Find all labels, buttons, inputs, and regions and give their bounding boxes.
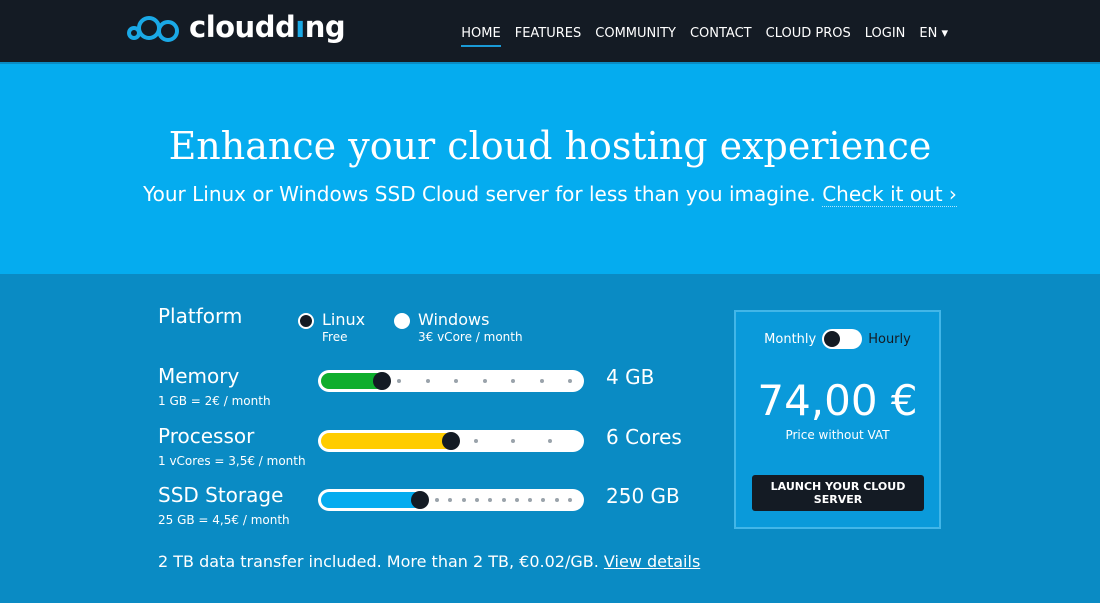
ssd-storage-step-dot[interactable] <box>474 498 479 502</box>
processor-step-dot[interactable] <box>548 439 552 443</box>
ssd-storage-rate: 25 GB = 4,5€ / month <box>158 513 290 527</box>
billing-toggle[interactable] <box>822 329 863 349</box>
radio-windows[interactable] <box>394 313 410 329</box>
processor-slider-fill <box>321 433 454 449</box>
ssd-storage-step-dot[interactable] <box>514 498 519 502</box>
memory-step-dot[interactable] <box>511 379 515 383</box>
hero-title: Enhance your cloud hosting experience <box>168 124 932 168</box>
ssd-storage-step-dot[interactable] <box>528 498 533 502</box>
ssd-storage-slider-fill <box>321 492 423 508</box>
check-it-out-link[interactable]: Check it out › <box>822 182 957 207</box>
linux-price: Free <box>322 330 348 344</box>
processor-slider-handle[interactable] <box>442 432 460 450</box>
ssd-storage-step-dot[interactable] <box>435 498 439 502</box>
transfer-note: 2 TB data transfer included. More than 2… <box>158 552 700 571</box>
ssd-storage-step-dot[interactable] <box>501 498 506 502</box>
memory-step-dot[interactable] <box>568 379 572 383</box>
price-note: Price without VAT <box>785 428 890 442</box>
memory-step-dot[interactable] <box>425 379 430 383</box>
hero-banner: Enhance your cloud hosting experience Yo… <box>0 64 1100 274</box>
processor-label: Processor <box>158 424 255 448</box>
ssd-storage-step-dot[interactable] <box>488 498 493 502</box>
hero-subtitle: Your Linux or Windows SSD Cloud server f… <box>0 182 1100 207</box>
radio-linux[interactable] <box>298 313 314 329</box>
transfer-text: 2 TB data transfer included. More than 2… <box>158 552 604 571</box>
memory-rate: 1 GB = 2€ / month <box>158 394 271 408</box>
memory-label: Memory <box>158 364 240 388</box>
toggle-knob <box>824 331 841 347</box>
windows-price: 3€ vCore / month <box>418 330 523 344</box>
view-details-link[interactable]: View details <box>604 552 700 571</box>
billing-toggle-row: Monthly Hourly <box>736 329 939 349</box>
linux-label: Linux <box>322 310 366 329</box>
windows-label: Windows <box>418 310 490 329</box>
processor-value: 6 Cores <box>606 425 682 449</box>
memory-slider-handle[interactable] <box>373 372 391 390</box>
ssd-storage-slider[interactable] <box>318 489 584 511</box>
hero-subtitle-text: Your Linux or Windows SSD Cloud server f… <box>143 182 823 206</box>
server-configurator: Platform Linux Free Windows 3€ vCore / mon… <box>0 274 1100 603</box>
memory-step-dot[interactable] <box>482 379 487 383</box>
memory-step-dot[interactable] <box>539 379 544 383</box>
ssd-storage-step-dot[interactable] <box>554 498 559 502</box>
platform-label: Platform <box>158 304 243 328</box>
memory-step-dot[interactable] <box>454 379 458 383</box>
processor-step-dot[interactable] <box>474 439 478 443</box>
ssd-storage-step-dot[interactable] <box>448 498 453 502</box>
ssd-storage-slider-handle[interactable] <box>411 491 429 509</box>
monthly-label[interactable]: Monthly <box>764 332 816 347</box>
processor-slider[interactable] <box>318 430 584 452</box>
launch-server-button[interactable]: LAUNCH YOUR CLOUD SERVER <box>752 475 924 511</box>
processor-step-dot[interactable] <box>511 439 515 443</box>
processor-rate: 1 vCores = 3,5€ / month <box>158 454 306 468</box>
ssd-storage-value: 250 GB <box>606 484 680 508</box>
memory-slider[interactable] <box>318 370 584 392</box>
hourly-label[interactable]: Hourly <box>868 332 911 347</box>
ssd-storage-step-dot[interactable] <box>461 498 466 502</box>
ssd-storage-label: SSD Storage <box>158 483 284 507</box>
memory-value: 4 GB <box>606 365 655 389</box>
platform-option-windows[interactable]: Windows 3€ vCore / month <box>394 310 523 344</box>
ssd-storage-step-dot[interactable] <box>541 498 546 502</box>
price-value: 74,00 € <box>757 376 918 425</box>
memory-step-dot[interactable] <box>397 379 401 383</box>
price-summary: Monthly Hourly 74,00 € Price without VAT… <box>734 310 941 529</box>
ssd-storage-step-dot[interactable] <box>568 498 572 502</box>
platform-option-linux[interactable]: Linux Free <box>298 310 365 344</box>
